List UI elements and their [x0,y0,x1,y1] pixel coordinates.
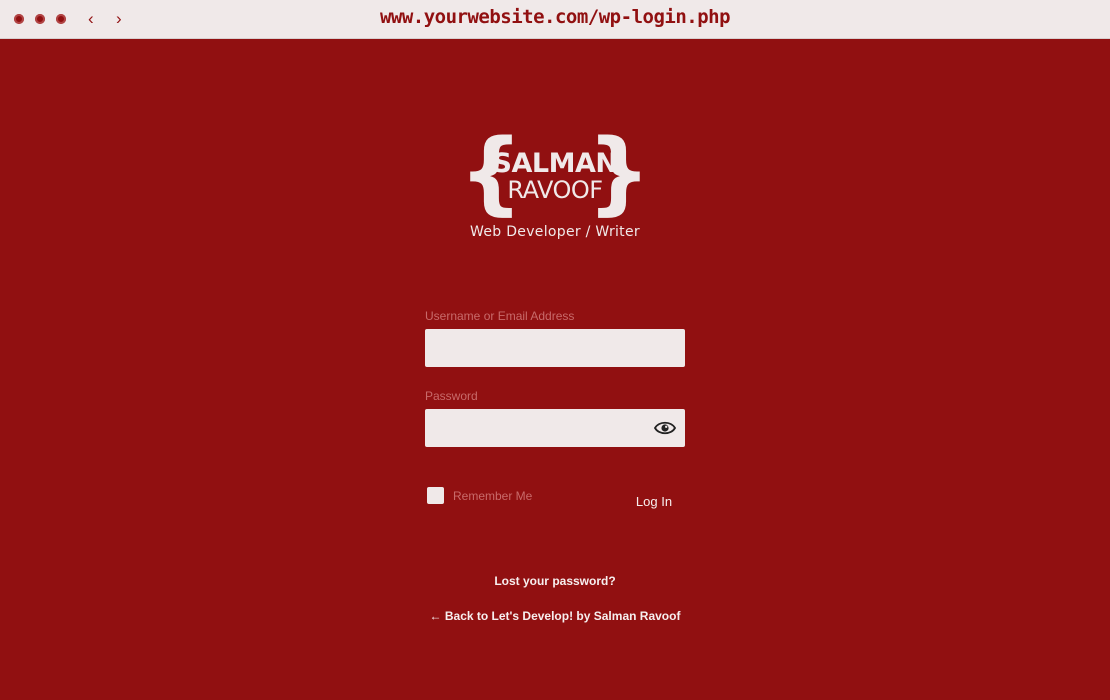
lost-password-link[interactable]: Lost your password? [395,574,715,588]
username-label: Username or Email Address [425,309,575,323]
window-close-dot[interactable] [14,14,24,24]
forward-arrow-icon[interactable]: › [116,9,122,29]
address-bar-url[interactable]: www.yourwebsite.com/wp-login.php [380,6,731,28]
remember-me-checkbox[interactable] [427,487,444,504]
password-label: Password [425,389,478,403]
window-minimize-dot[interactable] [35,14,45,24]
site-logo[interactable]: { } SALMAN RAVOOF [459,128,651,218]
eye-icon[interactable] [654,419,676,437]
login-button[interactable]: Log In [624,489,684,513]
logo-text-last: RAVOOF [507,176,603,204]
logo-text-first: SALMAN [492,148,618,179]
logo-tagline: Web Developer / Writer [470,224,640,240]
address-bar: www.yourwebsite.com/wp-login.php [0,6,1110,28]
password-input[interactable] [425,409,685,447]
remember-me-label: Remember Me [453,489,533,503]
back-arrow-icon[interactable]: ‹ [88,9,94,29]
back-to-site-link[interactable]: ← Back to Let's Develop! by Salman Ravoo… [395,609,715,623]
window-maximize-dot[interactable] [56,14,66,24]
username-input[interactable] [425,329,685,367]
browser-toolbar: ‹ › www.yourwebsite.com/wp-login.php [0,0,1110,39]
